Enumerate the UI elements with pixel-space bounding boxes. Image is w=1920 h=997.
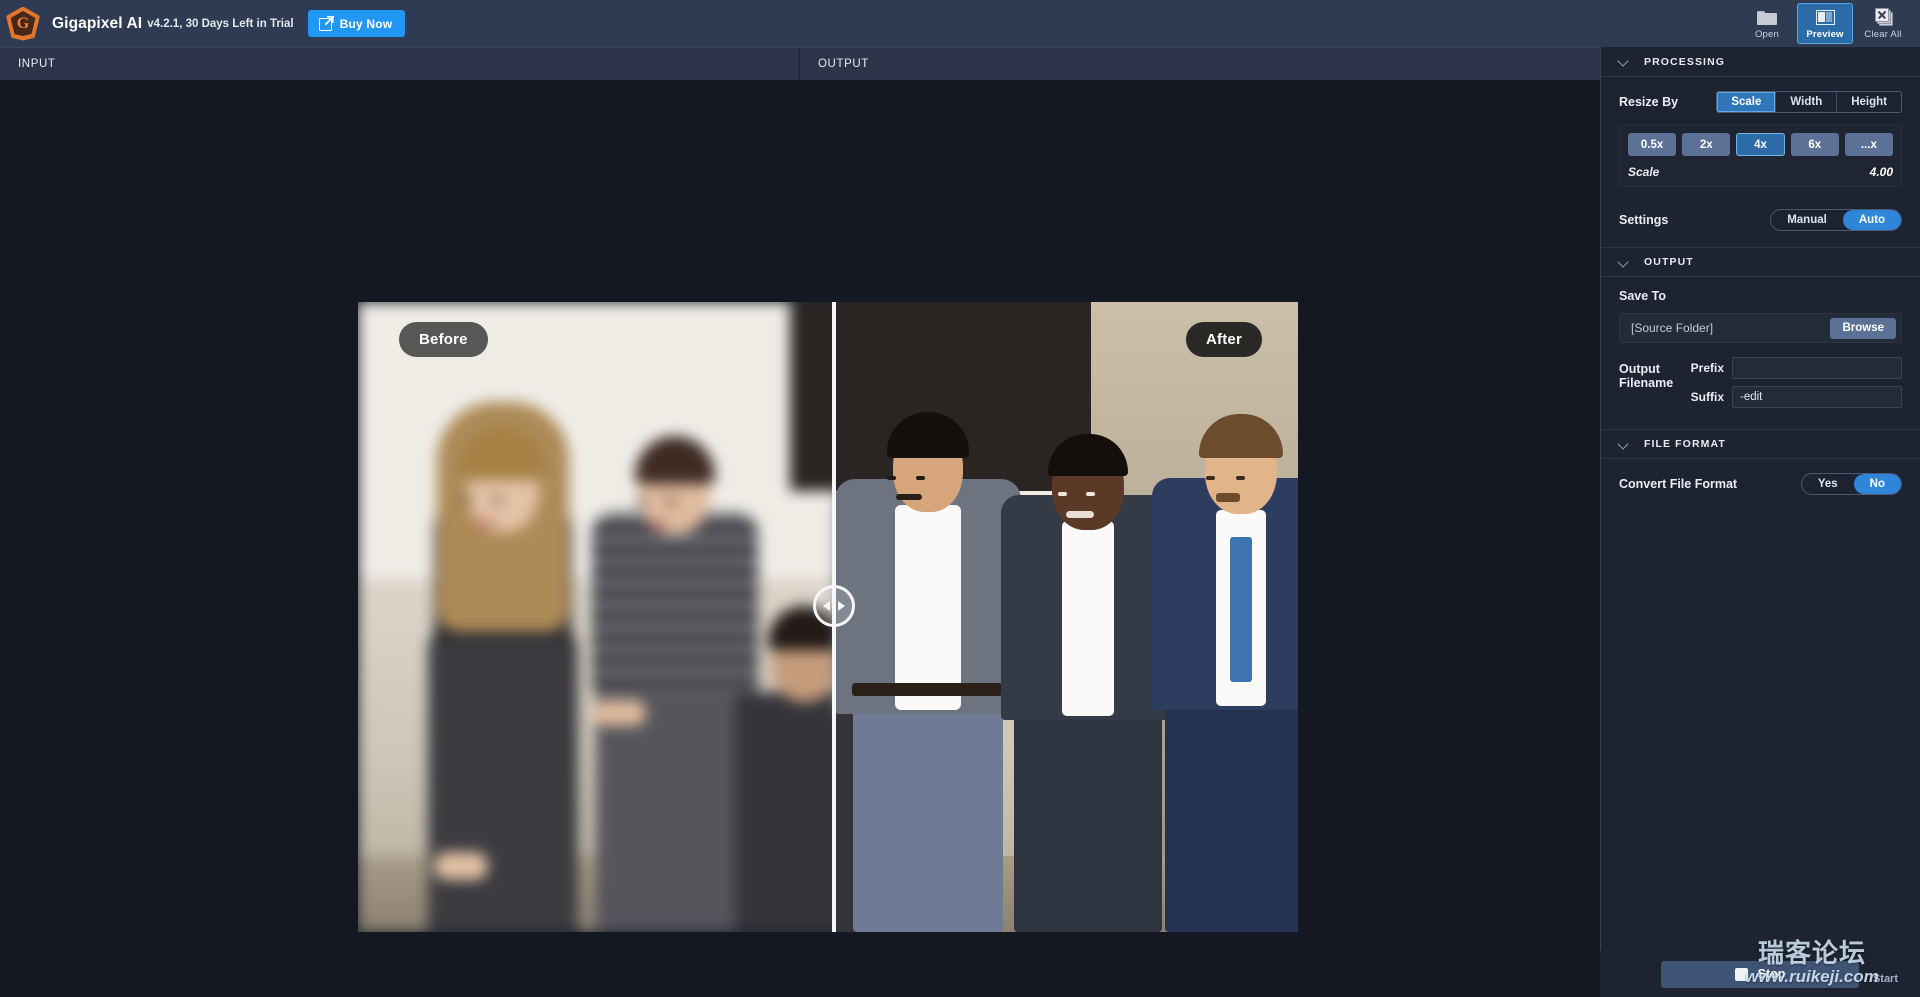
- before-image: [358, 302, 834, 932]
- suffix-input[interactable]: [1732, 386, 1902, 408]
- clear-all-label: Clear All: [1864, 29, 1902, 40]
- top-toolbar: Open Preview Clear All: [1738, 0, 1912, 47]
- processing-section-title: PROCESSING: [1644, 55, 1726, 68]
- resize-mode-segmented-control: Scale Width Height: [1716, 91, 1902, 113]
- before-after-comparison[interactable]: Before After: [358, 302, 1298, 932]
- file-format-section-title: FILE FORMAT: [1644, 438, 1726, 450]
- stop-square-icon: [1734, 967, 1748, 981]
- prefix-row: Prefix: [1688, 357, 1902, 379]
- settings-row: Settings Manual Auto: [1619, 207, 1902, 233]
- scale-preset-group: 0.5x 2x 4x 6x ...x: [1628, 133, 1894, 156]
- output-filename-label: Output Filename: [1619, 362, 1674, 390]
- preview-label: Preview: [1806, 29, 1844, 40]
- clear-all-icon: [1873, 7, 1893, 27]
- convert-file-format-label: Convert File Format: [1619, 477, 1738, 491]
- resize-mode-height[interactable]: Height: [1836, 92, 1901, 112]
- app-logo: G: [0, 0, 46, 47]
- save-to-label: Save To: [1619, 289, 1667, 303]
- buy-now-label: Buy Now: [339, 16, 393, 31]
- scale-value: 4.00: [1869, 165, 1893, 179]
- suffix-row: Suffix: [1688, 386, 1902, 408]
- tab-output-label: OUTPUT: [818, 58, 869, 70]
- after-image: [834, 302, 1298, 932]
- settings-mode-auto[interactable]: Auto: [1842, 210, 1901, 230]
- scale-preset-custom[interactable]: ...x: [1844, 133, 1894, 156]
- open-label: Open: [1754, 29, 1780, 40]
- scale-preset-6x[interactable]: 6x: [1790, 133, 1839, 156]
- output-section-body: Save To [Source Folder] Browse Output Fi…: [1601, 277, 1920, 429]
- after-half: [834, 302, 1298, 932]
- resize-mode-scale[interactable]: Scale: [1717, 92, 1776, 112]
- folder-icon: [1757, 7, 1777, 27]
- convert-no[interactable]: No: [1853, 474, 1901, 494]
- before-badge: Before: [399, 322, 488, 357]
- split-view-icon: [1815, 7, 1835, 27]
- start-button-label[interactable]: Start: [1873, 973, 1898, 985]
- chevron-down-icon: [1619, 56, 1630, 67]
- scale-preset-2x[interactable]: 2x: [1682, 133, 1731, 156]
- open-button[interactable]: Open: [1739, 3, 1795, 44]
- convert-file-format-row: Convert File Format Yes No: [1619, 471, 1902, 497]
- output-section-header[interactable]: OUTPUT: [1601, 247, 1920, 277]
- scale-preset-4x[interactable]: 4x: [1736, 133, 1785, 156]
- after-badge: After: [1185, 322, 1262, 357]
- tab-input-label: INPUT: [18, 58, 56, 70]
- output-section-title: OUTPUT: [1644, 256, 1694, 268]
- logo-letter: G: [10, 11, 36, 36]
- processing-section-header[interactable]: PROCESSING: [1601, 47, 1920, 77]
- app-version-trial-text: v4.2.1, 30 Days Left in Trial: [147, 17, 294, 30]
- tab-input[interactable]: INPUT: [0, 48, 800, 80]
- external-link-icon: [318, 15, 334, 31]
- scale-preset-box: 0.5x 2x 4x 6x ...x Scale 4.00: [1619, 124, 1902, 187]
- suffix-label: Suffix: [1690, 390, 1724, 404]
- convert-yes[interactable]: Yes: [1802, 474, 1854, 494]
- settings-label: Settings: [1619, 213, 1669, 227]
- comparison-slider-handle[interactable]: [813, 585, 855, 627]
- prefix-input[interactable]: [1732, 357, 1902, 379]
- chevron-down-icon: [1619, 257, 1630, 268]
- save-to-field[interactable]: [Source Folder] Browse: [1619, 313, 1902, 343]
- preview-button[interactable]: Preview: [1797, 3, 1853, 44]
- browse-button[interactable]: Browse: [1830, 317, 1896, 339]
- file-format-section-body: Convert File Format Yes No: [1601, 459, 1920, 511]
- prefix-label: Prefix: [1690, 361, 1724, 375]
- scale-value-row: Scale 4.00: [1628, 165, 1893, 179]
- scale-preset-0.5x[interactable]: 0.5x: [1628, 133, 1677, 156]
- chevron-down-icon: [1619, 439, 1630, 450]
- title-bar: G Gigapixel AI v4.2.1, 30 Days Left in T…: [0, 0, 1920, 47]
- preview-canvas[interactable]: Before After: [0, 80, 1600, 997]
- processing-section-body: Resize By Scale Width Height 0.5x 2x 4x …: [1601, 77, 1920, 247]
- settings-mode-manual[interactable]: Manual: [1771, 210, 1843, 230]
- panel-tab-strip: INPUT OUTPUT: [0, 47, 1600, 80]
- resize-by-label: Resize By: [1619, 95, 1679, 109]
- stop-label: Stop: [1757, 967, 1786, 981]
- action-bar: Stop Start: [1600, 951, 1920, 997]
- stop-button[interactable]: Stop: [1661, 960, 1859, 988]
- save-to-value: [Source Folder]: [1631, 321, 1714, 335]
- resize-mode-width[interactable]: Width: [1775, 92, 1836, 112]
- settings-mode-toggle: Manual Auto: [1770, 209, 1902, 231]
- buy-now-button[interactable]: Buy Now: [307, 10, 406, 37]
- output-filename-block: Output Filename Prefix Suffix: [1619, 357, 1902, 415]
- settings-panel: PROCESSING Resize By Scale Width Height …: [1600, 47, 1920, 997]
- clear-all-button[interactable]: Clear All: [1855, 3, 1911, 44]
- gigapixel-ai-window: G Gigapixel AI v4.2.1, 30 Days Left in T…: [0, 0, 1920, 997]
- app-title: Gigapixel AI: [52, 14, 143, 32]
- before-half: [358, 302, 834, 932]
- file-format-section-header[interactable]: FILE FORMAT: [1601, 429, 1920, 459]
- topaz-shield-icon: G: [6, 6, 40, 41]
- scale-key-label: Scale: [1628, 165, 1660, 179]
- resize-by-row: Resize By Scale Width Height: [1619, 89, 1902, 115]
- tab-output[interactable]: OUTPUT: [800, 48, 1600, 80]
- convert-file-format-toggle: Yes No: [1800, 473, 1902, 495]
